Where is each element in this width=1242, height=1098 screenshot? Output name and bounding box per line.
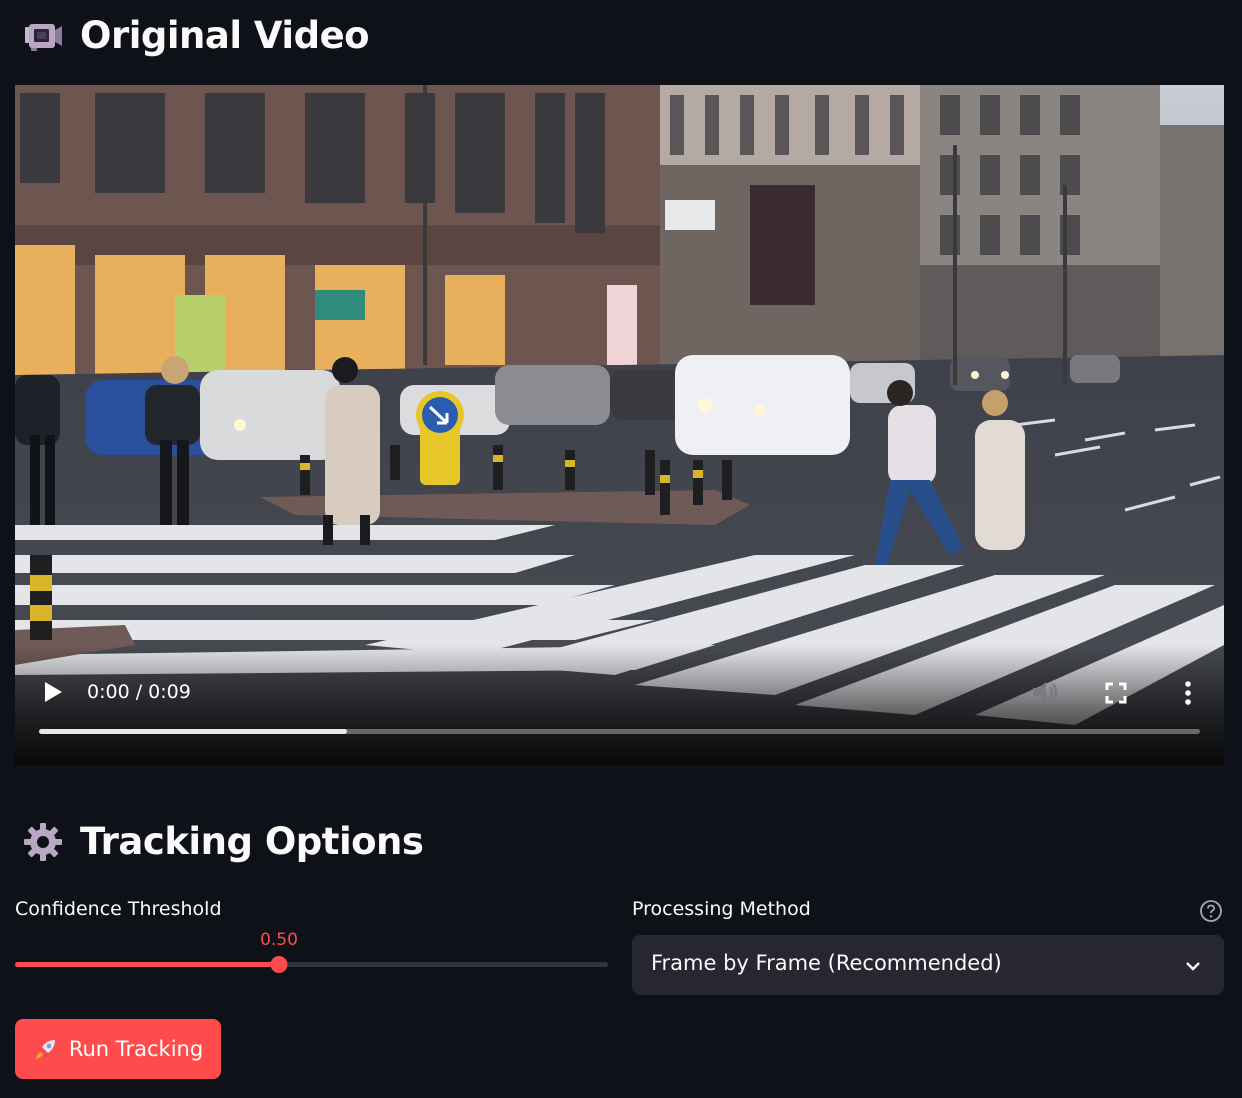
slider-track[interactable] [15, 962, 608, 967]
processing-method-select[interactable]: Frame by Frame (Recommended) [632, 935, 1224, 995]
video-section-title: Original Video [80, 14, 370, 57]
gear-icon [24, 822, 62, 861]
chevron-down-icon [1186, 962, 1200, 971]
tracking-section-title: Tracking Options [80, 820, 424, 863]
video-section-header: Original Video [22, 14, 370, 57]
processing-method-label: Processing Method [632, 898, 811, 920]
run-tracking-button[interactable]: Run Tracking [15, 1019, 221, 1079]
video-time-display: 0:00 / 0:09 [87, 681, 191, 703]
confidence-threshold-slider[interactable]: 0.50 [15, 930, 608, 980]
controls-overlay [15, 645, 1224, 765]
run-tracking-label: Run Tracking [68, 1037, 204, 1061]
video-player[interactable]: 0:00 / 0:09 [15, 85, 1224, 765]
video-camera-icon [25, 23, 62, 51]
fullscreen-icon[interactable] [1105, 682, 1127, 704]
play-icon[interactable] [43, 681, 63, 703]
rocket-icon [35, 1040, 55, 1059]
video-progress-bar[interactable] [39, 729, 1200, 734]
processing-method-value: Frame by Frame (Recommended) [651, 951, 1002, 975]
slider-fill [15, 962, 279, 967]
slider-thumb[interactable] [270, 956, 288, 973]
slider-value-label: 0.50 [260, 930, 298, 950]
more-options-icon[interactable] [1181, 679, 1195, 707]
video-buffered-bar [39, 729, 347, 734]
app-page: Original Video 0:00 / 0:09 Tracking Opti… [0, 0, 1242, 1098]
help-circle-icon[interactable] [1199, 899, 1223, 923]
mute-icon[interactable] [1031, 679, 1059, 705]
tracking-section-header: Tracking Options [22, 820, 424, 863]
confidence-threshold-label: Confidence Threshold [15, 898, 222, 920]
